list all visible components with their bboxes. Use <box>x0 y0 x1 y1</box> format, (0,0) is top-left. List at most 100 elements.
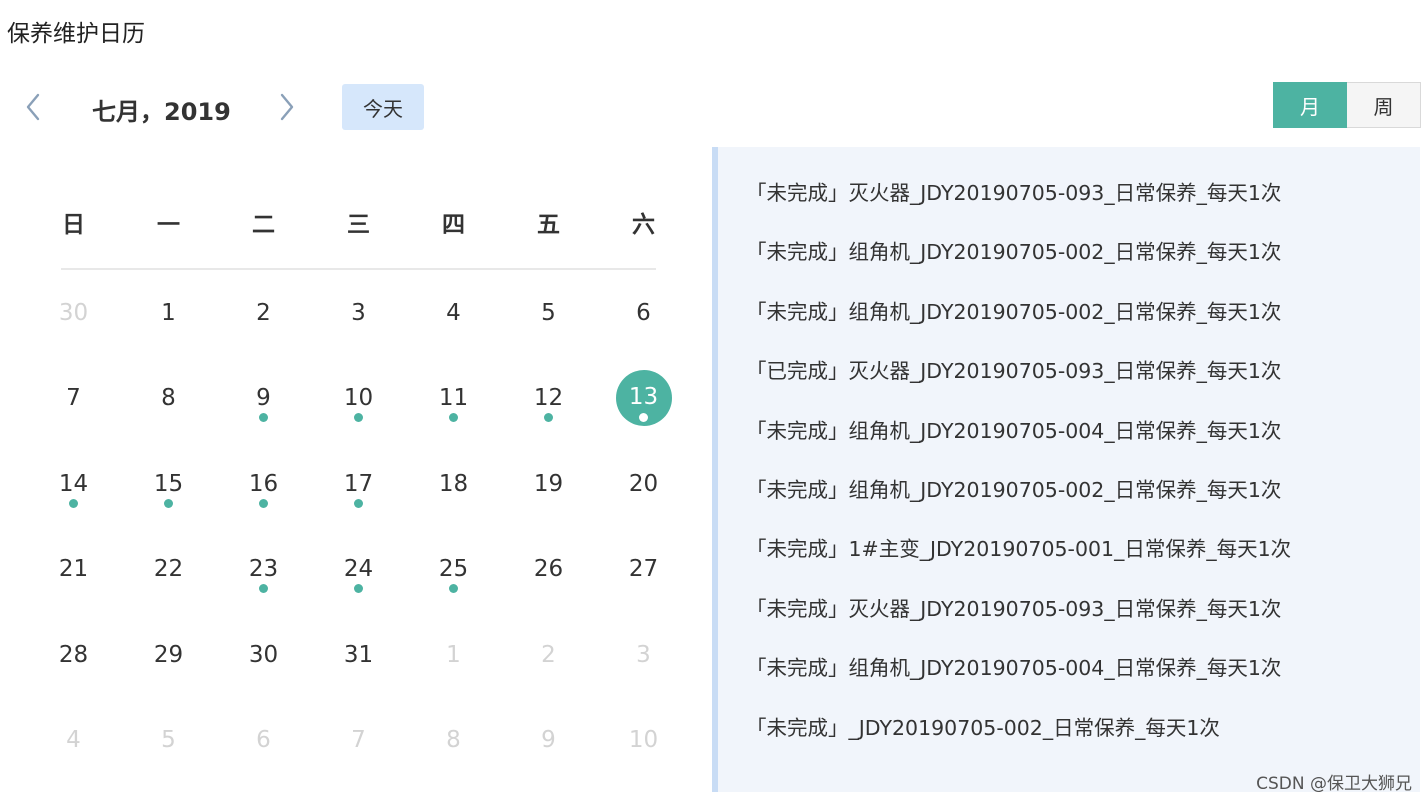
next-month-button[interactable] <box>272 84 302 130</box>
day-number: 22 <box>153 556 184 583</box>
event-item[interactable]: 「已完成」灭火器_JDY20190705-093_日常保养_每天1次 <box>746 354 1281 384</box>
day-number: 21 <box>58 556 89 583</box>
view-month-button[interactable]: 月 <box>1273 82 1347 128</box>
event-dot-icon <box>544 413 553 423</box>
calendar-day[interactable]: 18 <box>406 443 501 528</box>
calendar-day[interactable]: 3 <box>311 272 406 357</box>
calendar-day[interactable]: 30 <box>216 614 311 699</box>
event-item[interactable]: 「未完成」组角机_JDY20190705-002_日常保养_每天1次 <box>746 235 1281 265</box>
event-item[interactable]: 「未完成」组角机_JDY20190705-002_日常保养_每天1次 <box>746 295 1281 325</box>
calendar-day[interactable]: 3 <box>596 614 691 699</box>
calendar-day[interactable]: 6 <box>596 272 691 357</box>
day-number: 24 <box>343 556 374 583</box>
week-row: 4 5 6 7 8 9 10 <box>26 699 691 784</box>
calendar-day[interactable]: 9 <box>216 357 311 442</box>
calendar-day[interactable]: 30 <box>26 272 121 357</box>
event-item[interactable]: 「未完成」1#主变_JDY20190705-001_日常保养_每天1次 <box>746 532 1291 562</box>
event-item[interactable]: 「未完成」灭火器_JDY20190705-093_日常保养_每天1次 <box>746 176 1281 206</box>
calendar-day[interactable]: 4 <box>406 272 501 357</box>
event-dot-icon <box>354 498 363 508</box>
day-number: 16 <box>248 470 279 497</box>
event-dot-icon <box>259 498 268 508</box>
page-title: 保养维护日历 <box>7 21 145 47</box>
event-item[interactable]: 「未完成」灭火器_JDY20190705-093_日常保养_每天1次 <box>746 592 1281 622</box>
day-number: 25 <box>438 556 469 583</box>
day-number: 9 <box>256 385 271 412</box>
event-item[interactable]: 「未完成」_JDY20190705-002_日常保养_每天1次 <box>746 711 1220 741</box>
day-number: 15 <box>153 470 184 497</box>
calendar-day[interactable]: 2 <box>216 272 311 357</box>
calendar-day[interactable]: 1 <box>121 272 216 357</box>
calendar-day[interactable]: 2 <box>501 614 596 699</box>
day-number: 2 <box>541 641 556 668</box>
chevron-left-icon <box>26 93 40 121</box>
day-number: 5 <box>541 300 556 326</box>
view-switch: 月 周 <box>1273 82 1421 128</box>
event-dot-icon <box>164 498 173 508</box>
watermark: CSDN @保卫大狮兄 <box>1256 774 1412 794</box>
calendar-day[interactable]: 10 <box>311 357 406 442</box>
calendar-day[interactable]: 10 <box>596 699 691 784</box>
calendar-day[interactable]: 5 <box>121 699 216 784</box>
day-number: 12 <box>533 385 564 412</box>
chevron-right-icon <box>280 93 294 121</box>
calendar-day[interactable]: 26 <box>501 528 596 613</box>
calendar-day[interactable]: 25 <box>406 528 501 613</box>
calendar-day[interactable]: 31 <box>311 614 406 699</box>
calendar-day[interactable]: 12 <box>501 357 596 442</box>
calendar-day[interactable]: 24 <box>311 528 406 613</box>
day-number: 9 <box>541 726 556 753</box>
calendar-day[interactable]: 20 <box>596 443 691 528</box>
day-number: 3 <box>351 300 366 326</box>
day-number: 29 <box>153 641 184 668</box>
prev-month-button[interactable] <box>18 84 48 130</box>
calendar-day[interactable]: 19 <box>501 443 596 528</box>
calendar-day[interactable]: 29 <box>121 614 216 699</box>
calendar-day[interactable]: 23 <box>216 528 311 613</box>
day-number: 11 <box>438 385 469 412</box>
calendar-day[interactable]: 7 <box>26 357 121 442</box>
week-row: 28 29 30 31 1 2 3 <box>26 614 691 699</box>
calendar-day[interactable]: 14 <box>26 443 121 528</box>
day-number: 7 <box>66 385 81 412</box>
day-number: 28 <box>58 641 89 668</box>
calendar-day[interactable]: 22 <box>121 528 216 613</box>
calendar-day[interactable]: 17 <box>311 443 406 528</box>
day-number: 31 <box>343 641 374 668</box>
calendar-day[interactable]: 27 <box>596 528 691 613</box>
view-week-button[interactable]: 周 <box>1347 82 1421 128</box>
event-item[interactable]: 「未完成」组角机_JDY20190705-002_日常保养_每天1次 <box>746 473 1281 503</box>
calendar-day[interactable]: 8 <box>121 357 216 442</box>
weekday-label: 二 <box>252 212 275 238</box>
today-button[interactable]: 今天 <box>342 84 424 130</box>
calendar-day-selected[interactable]: 13 <box>596 357 691 442</box>
day-number: 5 <box>161 726 176 753</box>
day-number: 17 <box>343 470 374 497</box>
calendar-day[interactable]: 21 <box>26 528 121 613</box>
day-number: 23 <box>248 556 279 583</box>
calendar-day[interactable]: 28 <box>26 614 121 699</box>
calendar-day[interactable]: 15 <box>121 443 216 528</box>
event-item[interactable]: 「未完成」组角机_JDY20190705-004_日常保养_每天1次 <box>746 651 1281 681</box>
event-list: 「未完成」灭火器_JDY20190705-093_日常保养_每天1次 「未完成」组… <box>712 147 1420 792</box>
event-dot-icon <box>259 413 268 423</box>
calendar-day[interactable]: 8 <box>406 699 501 784</box>
day-number: 8 <box>446 726 461 753</box>
calendar-day[interactable]: 11 <box>406 357 501 442</box>
week-row: 7 8 9 10 11 12 13 <box>26 357 691 442</box>
calendar-day[interactable]: 7 <box>311 699 406 784</box>
calendar-day[interactable]: 1 <box>406 614 501 699</box>
calendar-day[interactable]: 5 <box>501 272 596 357</box>
calendar-day[interactable]: 4 <box>26 699 121 784</box>
calendar-day[interactable]: 9 <box>501 699 596 784</box>
week-row: 21 22 23 24 25 26 27 <box>26 528 691 613</box>
event-item[interactable]: 「未完成」组角机_JDY20190705-004_日常保养_每天1次 <box>746 414 1281 444</box>
calendar-day[interactable]: 16 <box>216 443 311 528</box>
day-number: 6 <box>636 300 651 326</box>
calendar-day[interactable]: 6 <box>216 699 311 784</box>
event-dot-icon <box>354 413 363 423</box>
day-number: 18 <box>438 470 469 497</box>
calendar-grid: 30 1 2 3 4 5 6 7 8 9 10 11 12 13 14 15 16 17 18 19 20 21 22 23 2… <box>26 272 691 784</box>
day-number: 26 <box>533 556 564 583</box>
event-dot-icon <box>449 584 458 594</box>
